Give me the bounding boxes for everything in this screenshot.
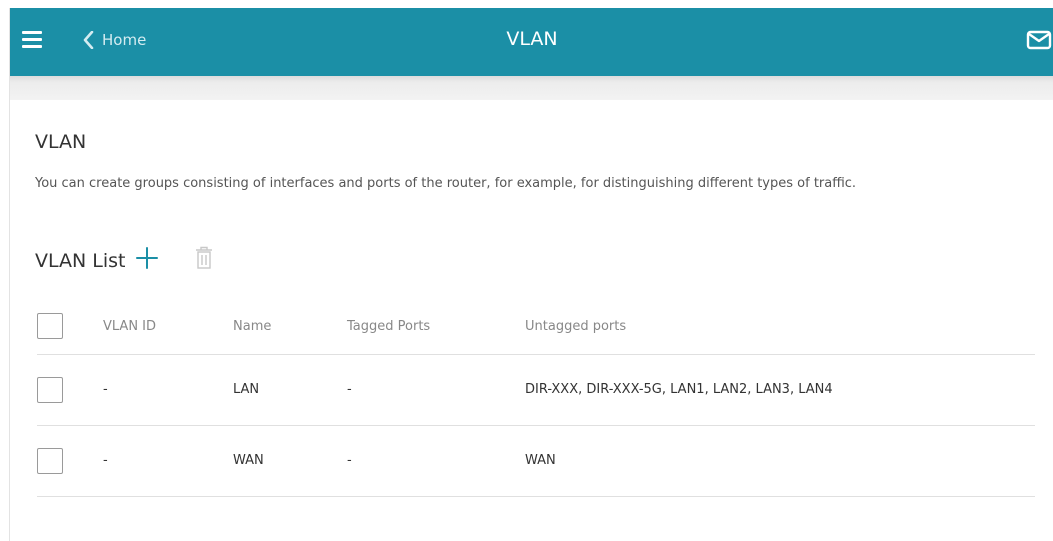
vlan-id-cell: - bbox=[103, 382, 108, 397]
tagged-ports-cell: - bbox=[347, 453, 352, 468]
column-header-untagged-ports: Untagged ports bbox=[525, 319, 627, 334]
column-header-name: Name bbox=[233, 319, 272, 334]
column-header-vlan-id: VLAN ID bbox=[103, 319, 157, 334]
select-all-checkbox[interactable] bbox=[37, 313, 63, 339]
vlan-list-title: VLAN List bbox=[35, 249, 126, 272]
untagged-ports-cell: DIR-XXX, DIR-XXX-5G, LAN1, LAN2, LAN3, L… bbox=[525, 382, 833, 397]
page-title: VLAN bbox=[506, 28, 558, 50]
table-header-row: VLAN ID Name Tagged Ports Untagged ports bbox=[37, 295, 1035, 355]
column-header-tagged-ports: Tagged Ports bbox=[347, 319, 431, 334]
table-row[interactable]: - WAN - WAN bbox=[37, 426, 1035, 497]
mail-icon[interactable] bbox=[1026, 29, 1052, 55]
plus-icon[interactable] bbox=[135, 246, 159, 275]
top-bar: Home VLAN bbox=[10, 8, 1053, 76]
section-heading: VLAN bbox=[35, 131, 87, 153]
name-cell: LAN bbox=[233, 382, 260, 397]
row-checkbox[interactable] bbox=[37, 377, 63, 403]
vlan-id-cell: - bbox=[103, 453, 108, 468]
tagged-ports-cell: - bbox=[347, 382, 352, 397]
vlan-list-header: VLAN List bbox=[35, 246, 213, 275]
row-checkbox[interactable] bbox=[37, 448, 63, 474]
header-divider bbox=[10, 76, 1053, 100]
name-cell: WAN bbox=[233, 453, 264, 468]
untagged-ports-cell: WAN bbox=[525, 453, 556, 468]
vlan-table: VLAN ID Name Tagged Ports Untagged ports… bbox=[37, 295, 1035, 497]
table-row[interactable]: - LAN - DIR-XXX, DIR-XXX-5G, LAN1, LAN2,… bbox=[37, 355, 1035, 426]
app-frame: Home VLAN VLAN You can create groups con… bbox=[9, 8, 1053, 541]
section-description: You can create groups consisting of inte… bbox=[35, 176, 857, 191]
trash-icon[interactable] bbox=[195, 246, 213, 275]
